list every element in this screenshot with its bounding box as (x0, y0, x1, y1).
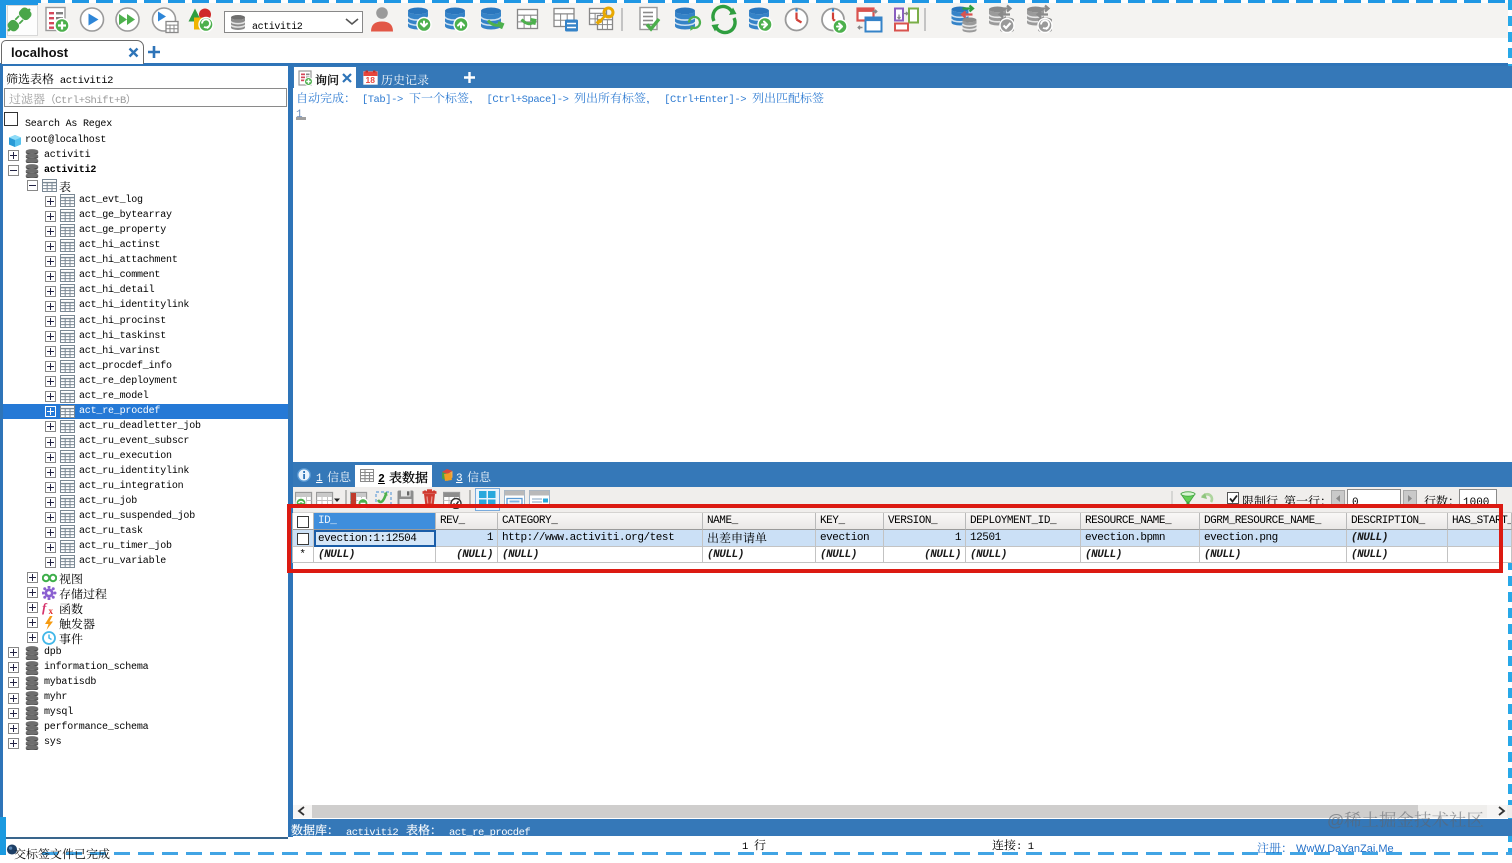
svg-text:x: x (49, 606, 54, 615)
svg-text:18: 18 (366, 75, 376, 85)
svg-text:f: f (42, 601, 48, 615)
